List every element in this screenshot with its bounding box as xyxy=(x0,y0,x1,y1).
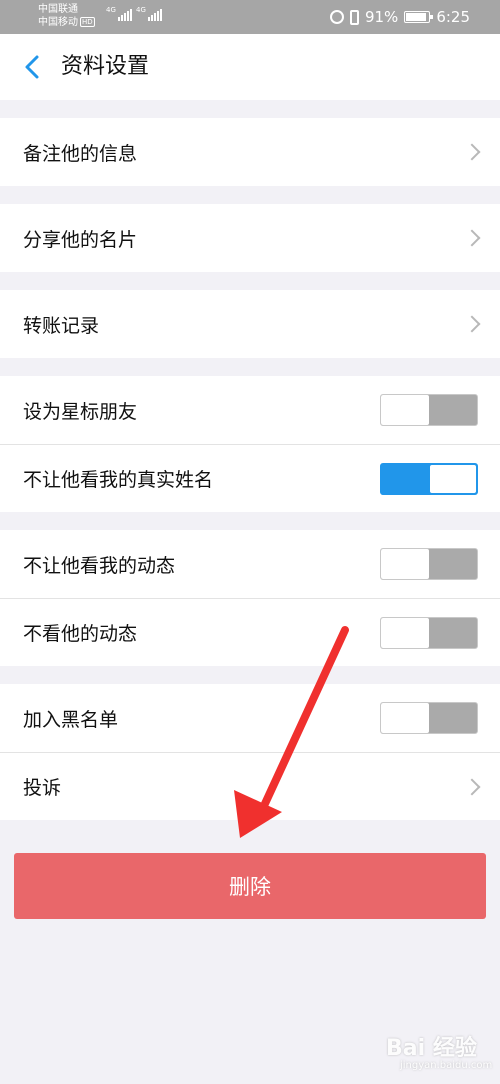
chevron-left-icon xyxy=(25,55,39,79)
back-button[interactable] xyxy=(18,52,48,82)
chevron-right-icon xyxy=(463,315,481,333)
row-label: 转账记录 xyxy=(23,314,100,337)
settings-group: 不让他看我的动态 不看他的动态 xyxy=(0,530,500,666)
row-label: 不看他的动态 xyxy=(23,623,138,645)
clock: 6:25 xyxy=(436,8,470,26)
hide-real-name-row: 不让他看我的真实姓名 xyxy=(0,444,500,512)
toggle-knob xyxy=(381,395,429,425)
carrier-1: 中国联通 xyxy=(38,4,78,15)
hide-his-moments-row: 不看他的动态 xyxy=(0,598,500,666)
watermark-logo: Bai 经验 xyxy=(386,1036,477,1061)
blacklist-row: 加入黑名单 xyxy=(0,684,500,752)
chevron-right-icon xyxy=(463,229,481,247)
row-label: 备注他的信息 xyxy=(23,142,138,165)
carrier-info: 中国联通 中国移动 HD xyxy=(38,3,95,29)
signal-icon: 4G xyxy=(136,7,162,21)
chevron-right-icon xyxy=(463,143,481,161)
settings-group: 设为星标朋友 不让他看我的真实姓名 xyxy=(0,376,500,512)
remark-info-row[interactable]: 备注他的信息 xyxy=(0,118,500,186)
page-title: 资料设置 xyxy=(61,54,150,79)
settings-group: 分享他的名片 xyxy=(0,204,500,272)
row-label: 分享他的名片 xyxy=(23,228,138,251)
hide-his-moments-toggle[interactable] xyxy=(380,616,478,649)
star-friend-row: 设为星标朋友 xyxy=(0,376,500,444)
battery-percent: 91% xyxy=(364,8,399,26)
vibrate-icon xyxy=(349,9,359,25)
hd-badge: HD xyxy=(80,17,95,27)
toggle-knob xyxy=(381,703,429,733)
watermark-url: jingyan.baidu.com xyxy=(400,1060,493,1071)
transfer-records-row[interactable]: 转账记录 xyxy=(0,290,500,358)
hide-real-name-toggle[interactable] xyxy=(380,462,478,495)
row-label: 不让他看我的真实姓名 xyxy=(23,469,214,491)
settings-group: 转账记录 xyxy=(0,290,500,358)
nav-bar: 资料设置 xyxy=(0,34,500,100)
hide-my-moments-toggle[interactable] xyxy=(380,548,478,580)
alarm-icon xyxy=(329,10,344,24)
row-label: 投诉 xyxy=(23,777,62,799)
battery-icon xyxy=(404,11,434,23)
delete-button[interactable]: 删除 xyxy=(14,853,486,919)
toggle-knob xyxy=(381,549,429,579)
complaint-row[interactable]: 投诉 xyxy=(0,752,500,820)
row-label: 不让他看我的动态 xyxy=(23,554,176,577)
toggle-knob xyxy=(381,617,429,648)
settings-list: 备注他的信息 分享他的名片 转账记录 设为星标朋友 不让他看我的真实姓名 不让他… xyxy=(0,118,500,838)
share-card-row[interactable]: 分享他的名片 xyxy=(0,204,500,272)
row-label: 设为星标朋友 xyxy=(23,400,138,423)
chevron-right-icon xyxy=(463,778,481,795)
hide-my-moments-row: 不让他看我的动态 xyxy=(0,530,500,598)
settings-group: 加入黑名单 投诉 xyxy=(0,684,500,820)
status-bar: 中国联通 中国移动 HD 4G 4G 91% 6:25 xyxy=(0,0,500,34)
carrier-2: 中国移动 xyxy=(38,17,78,28)
star-friend-toggle[interactable] xyxy=(380,394,478,426)
row-label: 加入黑名单 xyxy=(23,708,119,731)
signal-icon: 4G xyxy=(106,7,132,21)
delete-button-label: 删除 xyxy=(229,875,271,899)
toggle-knob xyxy=(430,464,476,493)
settings-group: 备注他的信息 xyxy=(0,118,500,186)
blacklist-toggle[interactable] xyxy=(380,702,478,734)
status-right: 91% 6:25 xyxy=(329,7,470,27)
